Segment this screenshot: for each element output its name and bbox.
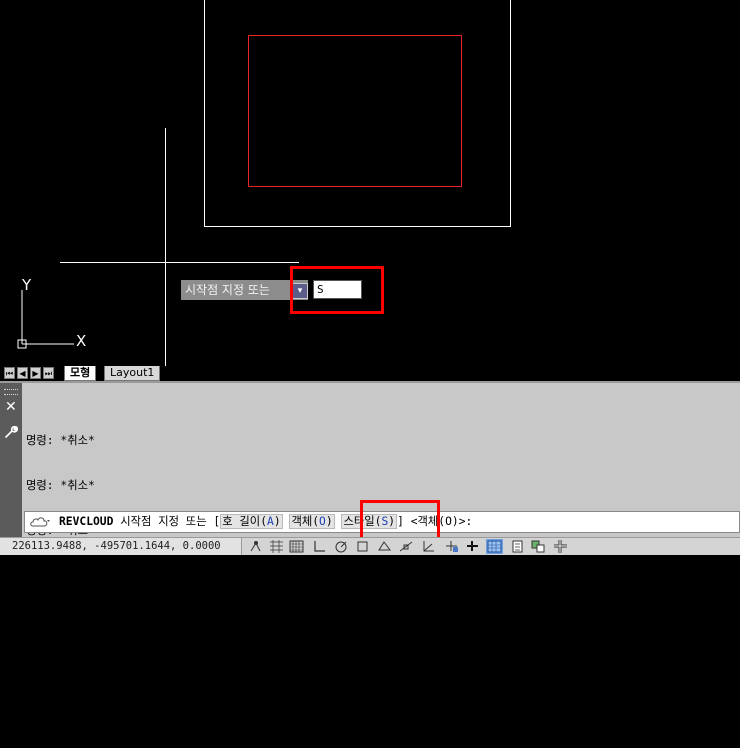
coordinate-readout[interactable]: 226113.9488, -495701.1644, 0.0000 [0,538,242,555]
object-snap-tracking-icon[interactable] [398,539,415,554]
first-tab-icon[interactable]: ⏮ [4,367,15,379]
dynamic-input-icon[interactable] [443,539,460,554]
option-arc-length[interactable]: 호 길이(A) [220,514,283,529]
history-line: 명령: *취소* [26,434,95,447]
lineweight-icon[interactable] [464,539,481,554]
status-bar: 226113.9488, -495701.1644, 0.0000 [0,537,740,555]
cloud-icon[interactable] [29,515,51,529]
command-window: ✕ 명령: *취소* 명령: *취소* 명령: *취소* 명령: 반대 구석 지… [0,381,740,717]
dynamic-ucs-icon[interactable] [420,539,437,554]
history-line: 최소 호 길이: 5000 최대 호 길이: 5000 스타일: 일반 [26,704,339,717]
quick-properties-icon[interactable] [509,539,526,554]
selection-cycling-icon[interactable] [530,539,547,554]
annotation-monitor-icon[interactable] [552,539,569,554]
command-prompt: 시작점 지정 또는 [120,515,207,528]
command-window-sidebar: ✕ [0,383,22,537]
red-highlight-box [290,266,384,314]
layout-tab-bar: ⏮ ◀ ▶ ⏭ 모형 Layout1 [0,366,740,381]
snap-mode-icon[interactable] [268,539,285,554]
3d-object-snap-icon[interactable] [376,539,393,554]
object-snap-icon[interactable] [354,539,371,554]
history-line: 명령: *취소* [26,479,95,492]
command-history: 명령: *취소* 명령: *취소* 명령: *취소* 명령: 반대 구석 지정 … [26,403,425,748]
history-line: 명령: *취소* [26,614,95,627]
tab-layout1[interactable]: Layout1 [104,366,161,381]
transparency-icon[interactable] [486,539,503,554]
wrench-icon[interactable] [4,425,18,439]
ucs-icon: Y X [17,278,86,350]
history-line: 명령: 반대 구석 지정 또는 [울타리(F)/윈도우다각형(WP)/걸침다각형… [26,569,426,582]
ucs-x-label: X [76,332,86,350]
grip-handle[interactable] [4,389,18,395]
ortho-mode-icon[interactable] [311,539,328,554]
ucs-y-label: Y [21,278,32,294]
polar-tracking-icon[interactable] [333,539,350,554]
prev-tab-icon[interactable]: ◀ [17,367,28,379]
red-rectangle-shape[interactable] [248,35,462,187]
infer-constraints-icon[interactable] [248,539,265,554]
option-object[interactable]: 객체(O) [289,514,335,529]
grid-display-icon[interactable] [288,539,305,554]
crosshair-vertical [165,128,166,367]
crosshair-horizontal [60,262,299,263]
last-tab-icon[interactable]: ⏭ [43,367,54,379]
close-icon[interactable]: ✕ [5,400,17,414]
next-tab-icon[interactable]: ▶ [30,367,41,379]
dynamic-input-prompt: 시작점 지정 또는 [181,280,308,300]
tab-model[interactable]: 모형 [64,366,97,381]
command-name: REVCLOUD [59,515,114,528]
drawing-canvas[interactable]: Y X 시작점 지정 또는 ▾ S [0,0,740,367]
history-line: 명령: REVCLOUD [26,659,115,672]
